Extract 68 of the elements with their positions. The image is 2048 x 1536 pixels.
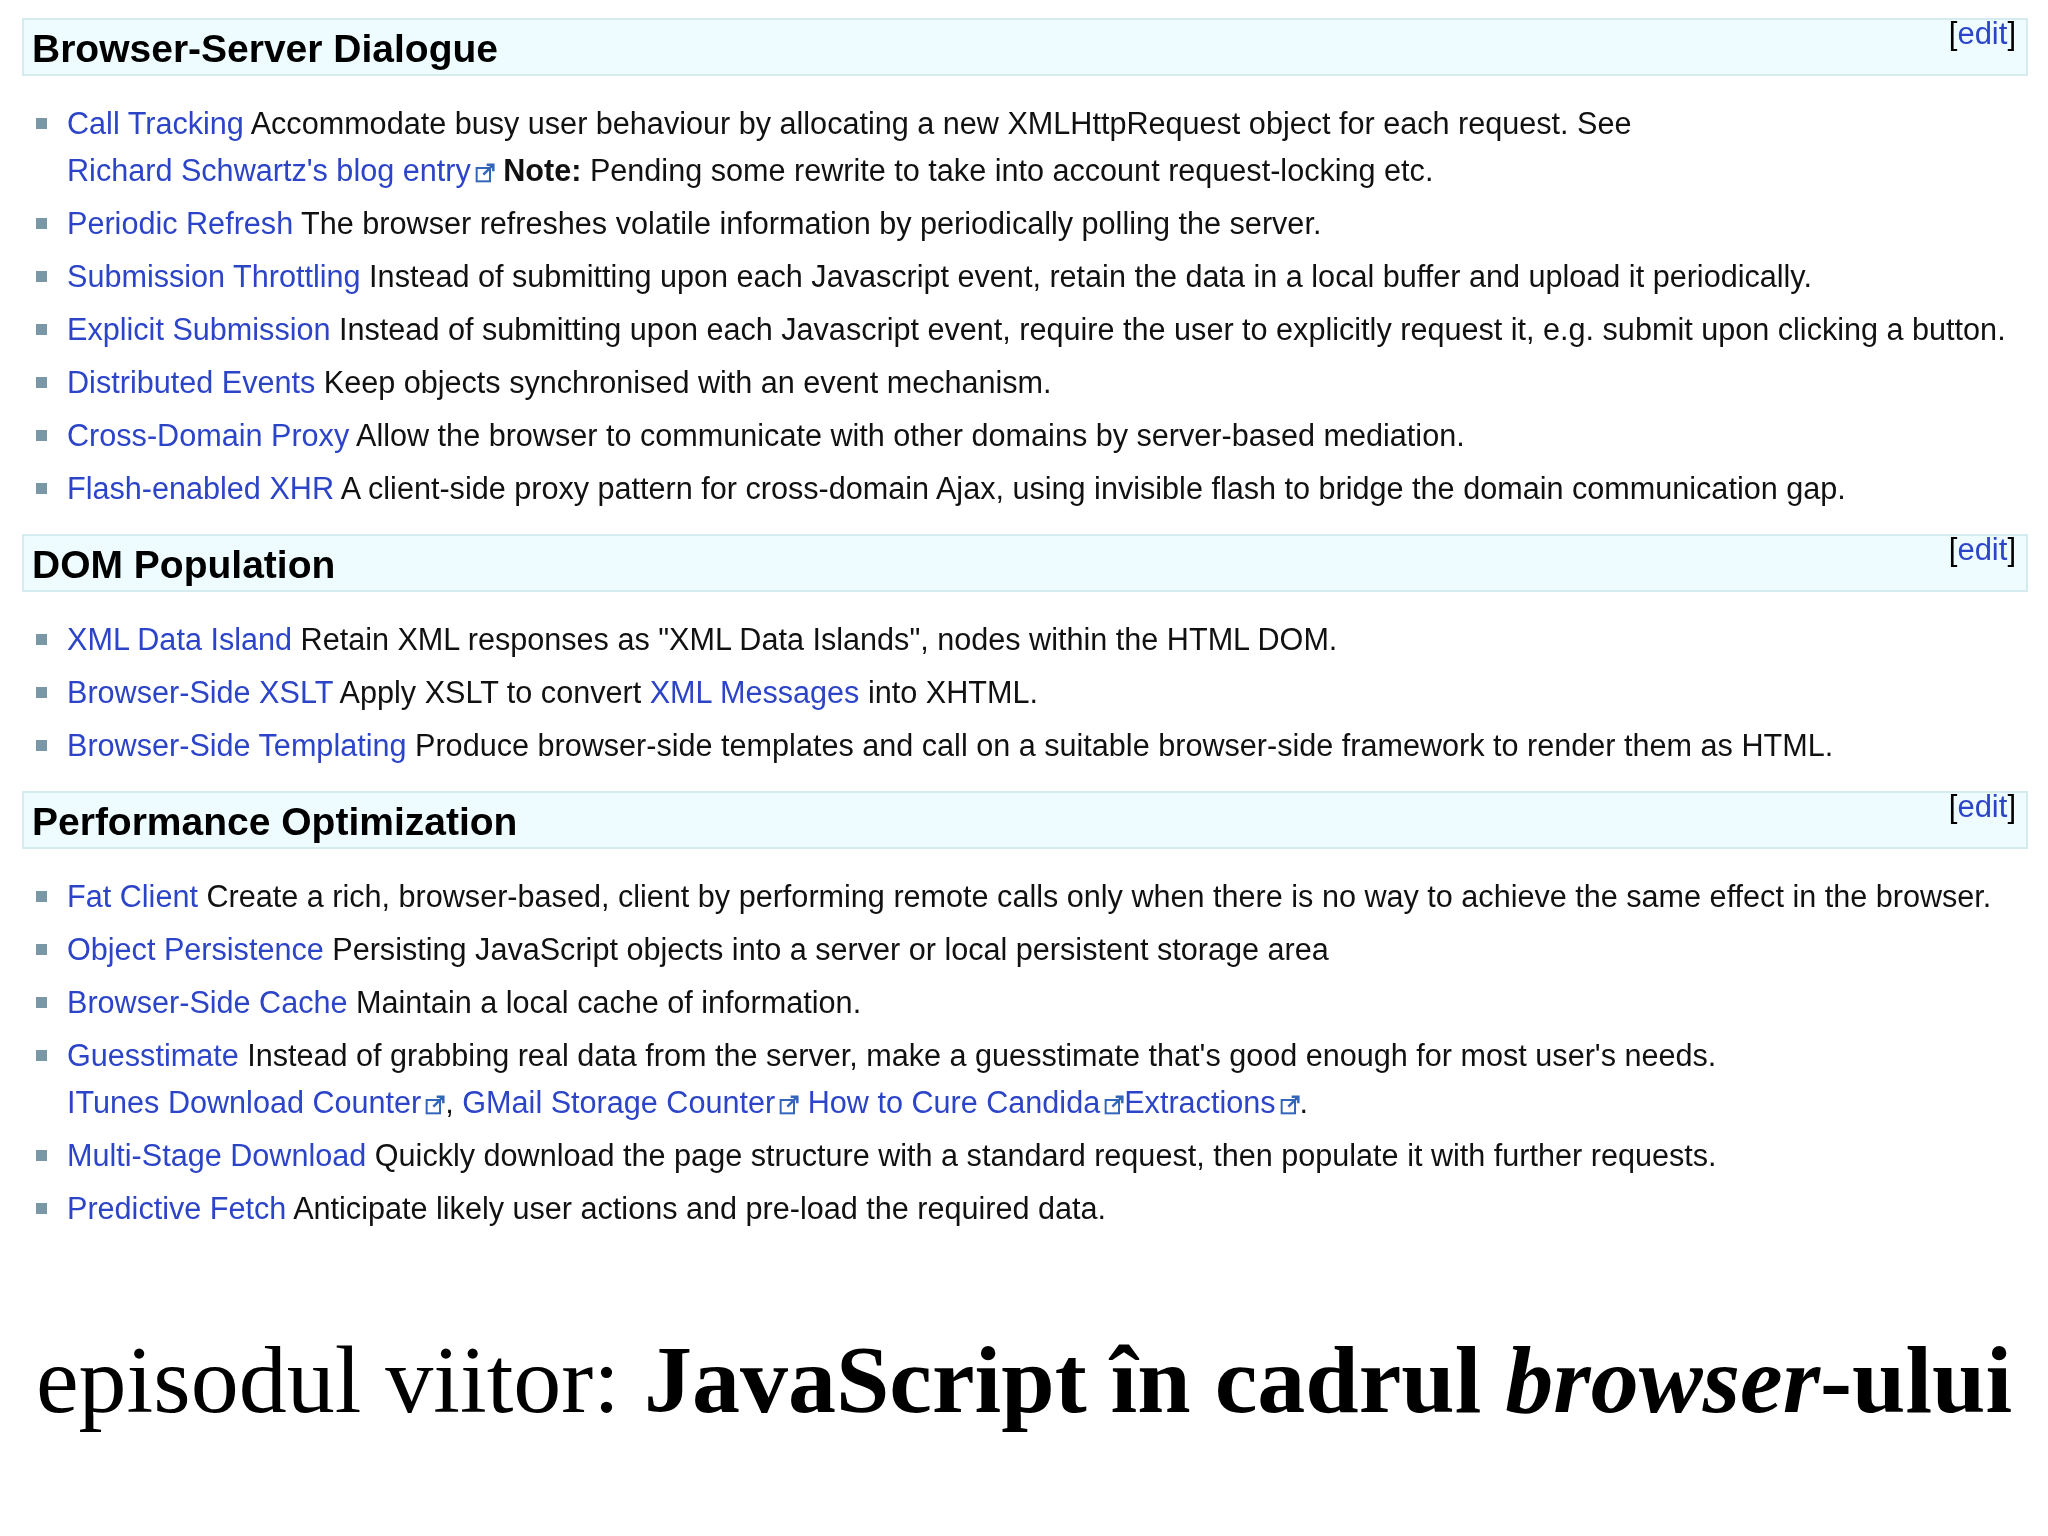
bracket: ] <box>2007 532 2016 568</box>
bracket: [ <box>1948 789 1958 825</box>
section-title: Browser-Server Dialogue <box>32 27 498 71</box>
bracket: ] <box>2007 789 2016 825</box>
list-item-text: Object Persistence Persisting JavaScript objects into a server or local persistent storage area <box>67 931 1329 969</box>
link[interactable]: Browser-Side Cache <box>67 985 348 1019</box>
bullet-icon <box>36 218 47 229</box>
list-item-text: Guesstimate Instead of grabbing real data from the server, make a guesstimate that's good enough for most user's needs. ITunes Download Counter , GMail Storage Counter How to Cure Candida Extractions . <box>67 1037 1718 1122</box>
link[interactable]: Periodic Refresh <box>67 206 294 240</box>
list-item-text: XML Data Island Retain XML responses as "XML Data Islands", nodes within the HTML DOM. <box>67 621 1338 659</box>
caption: episodul viitor: JavaScript în cadrul browser-ului <box>36 1325 2014 1435</box>
link[interactable]: XML Messages <box>649 675 860 709</box>
edit-link[interactable]: edit <box>1957 16 2008 52</box>
bullet-icon <box>36 944 47 955</box>
bullet-icon <box>36 271 47 282</box>
list-item-text: Call Tracking Accommodate busy user behaviour by allocating a new XMLHttpRequest object for each request. See Richard Schwartz's blog entry Note: Pending some rewrite to take into account request-locking etc. <box>67 105 1633 190</box>
bullet-icon <box>36 1050 47 1061</box>
list-item-text: Predictive Fetch Anticipate likely user actions and pre-load the required data. <box>67 1190 1107 1228</box>
link[interactable]: Distributed Events <box>67 365 316 399</box>
list-item-text: Cross-Domain Proxy Allow the browser to communicate with other domains by server-based mediation. <box>67 417 1465 455</box>
link[interactable]: Guesstimate <box>67 1038 239 1072</box>
bullet-icon <box>36 740 47 751</box>
edit-link[interactable]: edit <box>1957 532 2008 568</box>
list-item-text: Fat Client Create a rich, browser-based, client by performing remote calls only when there is no way to achieve the same effect in the browser. <box>67 878 1992 916</box>
bullet-icon <box>36 324 47 335</box>
bullet-icon <box>36 997 47 1008</box>
link[interactable]: Browser-Side Templating <box>67 728 407 762</box>
list-item-text: Flash-enabled XHR A client-side proxy pattern for cross-domain Ajax, using invisible flash to bridge the domain communication gap. <box>67 470 1846 508</box>
link[interactable]: Predictive Fetch <box>67 1191 287 1225</box>
section-title: DOM Population <box>32 543 336 587</box>
external-link[interactable]: Extractions <box>1124 1085 1300 1119</box>
list-item-text: Distributed Events Keep objects synchronised with an event mechanism. <box>67 364 1052 402</box>
bullet-icon <box>36 687 47 698</box>
link[interactable]: XML Data Island <box>67 622 293 656</box>
list-item-text: Explicit Submission Instead of submitting upon each Javascript event, require the user to explicitly request it, e.g. submit upon clicking a button. <box>67 311 2006 349</box>
link[interactable]: Multi-Stage Download <box>67 1138 367 1172</box>
list-item-text: Browser-Side Templating Produce browser-side templates and call on a suitable browser-side framework to render them as HTML. <box>67 727 1834 765</box>
section-title: Performance Optimization <box>32 800 518 844</box>
list-item-text: Browser-Side Cache Maintain a local cache of information. <box>67 984 862 1021</box>
list-item-text: Multi-Stage Download Quickly download the page structure with a standard request, then populate it with further requests. <box>67 1137 1717 1175</box>
list-item-text: Browser-Side XSLT Apply XSLT to convert XML Messages into XHTML. <box>67 674 1038 712</box>
external-link[interactable]: ITunes Download Counter <box>67 1085 446 1119</box>
link[interactable]: Call Tracking <box>67 106 244 140</box>
link[interactable]: Object Persistence <box>67 932 324 966</box>
bracket: [ <box>1948 532 1958 568</box>
bullet-icon <box>36 483 47 494</box>
bullet-icon <box>36 430 47 441</box>
link[interactable]: Browser-Side XSLT <box>67 675 333 709</box>
note-label: Note: <box>503 153 582 187</box>
bracket: [ <box>1948 16 1958 52</box>
link[interactable]: Fat Client <box>67 879 198 913</box>
bullet-icon <box>36 1203 47 1214</box>
link[interactable]: Flash-enabled XHR <box>67 471 334 505</box>
list-item-text: Submission Throttling Instead of submitting upon each Javascript event, retain the data in a local buffer and upload it periodically. <box>67 258 1812 296</box>
bullet-icon <box>36 891 47 902</box>
bullet-icon <box>36 118 47 129</box>
external-link[interactable]: How to Cure Candida <box>807 1085 1125 1119</box>
link[interactable]: Submission Throttling <box>67 259 361 293</box>
bullet-icon <box>36 377 47 388</box>
bullet-icon <box>36 634 47 645</box>
bracket: ] <box>2007 16 2016 52</box>
external-link[interactable]: GMail Storage Counter <box>462 1085 800 1119</box>
link[interactable]: Cross-Domain Proxy <box>67 418 350 452</box>
link[interactable]: Explicit Submission <box>67 312 331 346</box>
bullet-icon <box>36 1150 47 1161</box>
edit-link[interactable]: edit <box>1957 789 2008 825</box>
list-item-text: Periodic Refresh The browser refreshes volatile information by periodically polling the server. <box>67 205 1322 243</box>
external-link[interactable]: Richard Schwartz's blog entry <box>67 153 495 187</box>
